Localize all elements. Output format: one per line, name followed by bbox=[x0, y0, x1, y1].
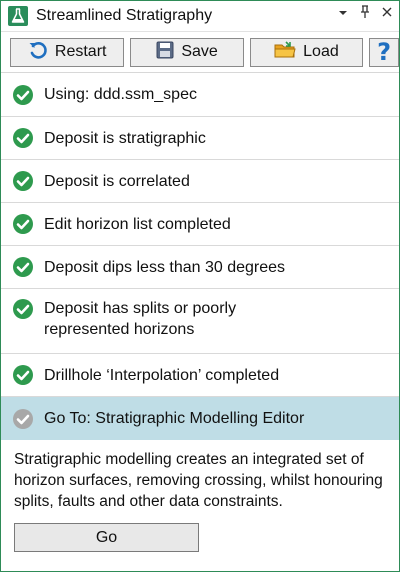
step-drillhole-interpolation[interactable]: Drillhole ‘Interpolation’ completed bbox=[1, 354, 399, 397]
step-deposit-correlated[interactable]: Deposit is correlated bbox=[1, 160, 399, 203]
step-deposit-splits[interactable]: Deposit has splits or poorly represented… bbox=[1, 289, 399, 354]
close-icon[interactable] bbox=[381, 5, 393, 22]
check-icon bbox=[13, 171, 33, 191]
save-button[interactable]: Save bbox=[130, 37, 244, 67]
help-icon: ? bbox=[377, 38, 392, 66]
load-label: Load bbox=[303, 43, 339, 60]
check-icon bbox=[13, 84, 33, 105]
step-description: Stratigraphic modelling creates an integ… bbox=[14, 451, 383, 510]
go-button[interactable]: Go bbox=[14, 523, 199, 552]
save-icon bbox=[156, 41, 174, 64]
pin-icon[interactable] bbox=[359, 5, 371, 22]
step-label: Drillhole ‘Interpolation’ completed bbox=[44, 366, 280, 384]
step-label: Deposit has splits or poorly represented… bbox=[44, 298, 236, 340]
title-bar: Streamlined Stratigraphy bbox=[1, 1, 399, 32]
check-icon bbox=[13, 214, 33, 234]
step-using-spec[interactable]: Using: ddd.ssm_spec bbox=[1, 73, 399, 117]
check-icon bbox=[13, 128, 33, 148]
step-label: Deposit dips less than 30 degrees bbox=[44, 258, 286, 276]
toolbar: Restart Save Load ? bbox=[1, 32, 399, 73]
step-label-line-2: represented horizons bbox=[44, 321, 195, 338]
window-title: Streamlined Stratigraphy bbox=[36, 7, 213, 24]
streamlined-stratigraphy-panel: Streamlined Stratigraphy Restart Save Lo… bbox=[0, 0, 400, 572]
pending-check-icon bbox=[13, 408, 33, 429]
step-label: Go To: Stratigraphic Modelling Editor bbox=[44, 410, 305, 427]
step-edit-horizon-list[interactable]: Edit horizon list completed bbox=[1, 203, 399, 246]
step-label: Using: ddd.ssm_spec bbox=[44, 86, 197, 103]
step-label: Edit horizon list completed bbox=[44, 215, 231, 233]
dropdown-arrow-icon[interactable] bbox=[337, 5, 349, 22]
load-button[interactable]: Load bbox=[249, 37, 364, 67]
step-deposit-stratigraphic[interactable]: Deposit is stratigraphic bbox=[1, 117, 399, 160]
step-deposit-dips[interactable]: Deposit dips less than 30 degrees bbox=[1, 246, 399, 289]
step-label: Deposit is correlated bbox=[44, 172, 190, 190]
folder-icon bbox=[274, 40, 296, 64]
flask-icon bbox=[8, 6, 28, 26]
restart-icon bbox=[28, 40, 48, 65]
step-label-line-1: Deposit has splits or poorly bbox=[44, 300, 237, 317]
step-goto-modelling-editor[interactable]: Go To: Stratigraphic Modelling Editor bbox=[1, 397, 399, 440]
step-label: Deposit is stratigraphic bbox=[44, 129, 206, 147]
check-icon bbox=[13, 365, 33, 385]
step-list: Using: ddd.ssm_spec Deposit is stratigra… bbox=[1, 73, 399, 440]
check-icon bbox=[13, 257, 33, 277]
restart-label: Restart bbox=[54, 43, 107, 60]
restart-button[interactable]: Restart bbox=[10, 37, 125, 67]
check-icon bbox=[13, 299, 33, 319]
help-button[interactable]: ? bbox=[369, 37, 399, 67]
save-label: Save bbox=[181, 43, 218, 60]
